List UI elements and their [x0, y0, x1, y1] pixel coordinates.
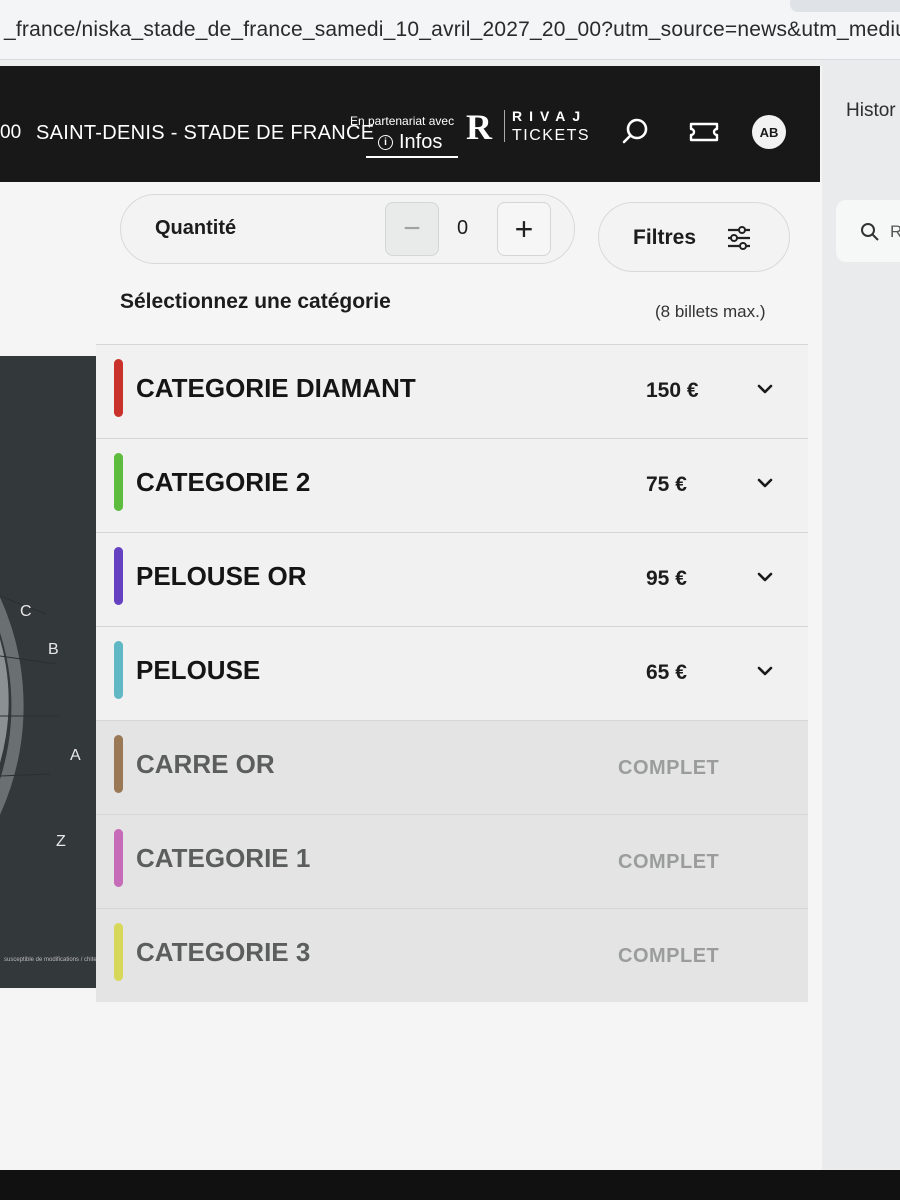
category-color-swatch	[114, 641, 123, 699]
infos-link[interactable]: i Infos	[366, 128, 458, 158]
category-color-swatch	[114, 829, 123, 887]
category-row: CATEGORIE 1 COMPLET	[96, 814, 808, 908]
map-copyright: susceptible de modifications / chitectes…	[4, 957, 96, 963]
category-name: CATEGORIE DIAMANT	[136, 373, 416, 403]
ticket-page: 00 SAINT-DENIS - STADE DE FRANCE En part…	[0, 66, 822, 1170]
chevron-down-icon[interactable]	[756, 665, 774, 677]
logo-line1: RIVAJ	[512, 108, 588, 124]
category-row[interactable]: CATEGORIE DIAMANT 150 €	[96, 344, 808, 438]
quantity-label: Quantité	[155, 217, 237, 239]
url-field[interactable]: _france/niska_stade_de_france_samedi_10_…	[4, 18, 900, 42]
section-letter-b: B	[48, 641, 59, 658]
info-icon: i	[378, 134, 393, 150]
stadium-map[interactable]: C B A Z susceptible de modifications / c…	[0, 356, 96, 988]
stadium-map-graphic: C B A Z	[0, 356, 96, 988]
category-name: PELOUSE OR	[136, 561, 307, 591]
category-name: CATEGORIE 1	[136, 843, 311, 873]
search-button[interactable]	[620, 116, 652, 153]
category-price: 150 €	[646, 379, 699, 402]
sold-out-label: COMPLET	[618, 757, 720, 779]
category-row[interactable]: CATEGORIE 2 75 €	[96, 438, 808, 532]
increase-quantity-button[interactable]: +	[497, 202, 551, 256]
category-name: CATEGORIE 2	[136, 467, 311, 497]
category-row[interactable]: PELOUSE OR 95 €	[96, 532, 808, 626]
category-color-swatch	[114, 547, 123, 605]
tickets-button[interactable]	[688, 118, 720, 151]
chevron-down-icon[interactable]	[756, 477, 774, 489]
filters-label: Filtres	[633, 226, 697, 249]
search-icon	[861, 223, 879, 241]
category-row[interactable]: PELOUSE 65 €	[96, 626, 808, 720]
history-side-panel: Histor R	[820, 60, 900, 1170]
category-price: 65 €	[646, 661, 687, 684]
category-name: CARRE OR	[136, 749, 275, 779]
partner-label: En partenariat avec	[350, 114, 455, 128]
category-row: CARRE OR COMPLET	[96, 720, 808, 814]
section-letter-c: C	[20, 603, 32, 620]
browser-tab[interactable]	[790, 0, 900, 12]
category-name: CATEGORIE 3	[136, 937, 311, 967]
sold-out-label: COMPLET	[618, 851, 720, 873]
history-search-placeholder: R	[890, 222, 900, 241]
history-title: Histor	[846, 100, 896, 121]
category-name: PELOUSE	[136, 655, 261, 685]
decrease-quantity-button[interactable]: −	[385, 202, 439, 256]
venue-name: SAINT-DENIS - STADE DE FRANCE	[36, 122, 375, 144]
quantity-selector: Quantité − 0 +	[120, 194, 575, 264]
top-navigation: 00 SAINT-DENIS - STADE DE FRANCE En part…	[0, 66, 820, 182]
category-list: CATEGORIE DIAMANT 150 € CATEGORIE 2 75 € PEL…	[96, 344, 808, 1014]
history-search-input[interactable]: R	[836, 200, 900, 262]
browser-address-bar: _france/niska_stade_de_france_samedi_10_…	[0, 0, 900, 60]
user-avatar[interactable]: AB	[752, 115, 786, 149]
logo-line2: TICKETS	[512, 127, 591, 144]
rivaj-tickets-logo[interactable]: R RIVAJ TICKETS	[466, 106, 601, 147]
chevron-down-icon[interactable]	[756, 383, 774, 395]
sold-out-label: COMPLET	[618, 945, 720, 967]
category-color-swatch	[114, 453, 123, 511]
filters-button[interactable]: Filtres	[598, 202, 790, 272]
max-tickets-note: (8 billets max.)	[655, 302, 766, 321]
ticket-icon	[689, 122, 719, 142]
category-row: CATEGORIE 3 COMPLET	[96, 908, 808, 1002]
search-icon	[622, 118, 648, 144]
logo-divider	[504, 110, 505, 142]
category-color-swatch	[114, 923, 123, 981]
screen-bottom-edge	[0, 1170, 900, 1200]
event-date-tail: 00	[0, 122, 22, 143]
section-letter-z: Z	[56, 833, 66, 850]
quantity-value: 0	[457, 217, 469, 239]
category-price: 75 €	[646, 473, 687, 496]
infos-label: Infos	[399, 130, 443, 153]
chevron-down-icon[interactable]	[756, 571, 774, 583]
select-category-title: Sélectionnez une catégorie	[120, 290, 391, 313]
category-color-swatch	[114, 359, 123, 417]
category-price: 95 €	[646, 567, 687, 590]
category-color-swatch	[114, 735, 123, 793]
sliders-icon	[728, 226, 750, 250]
section-letter-a: A	[70, 747, 81, 764]
logo-mark: R	[466, 107, 492, 147]
